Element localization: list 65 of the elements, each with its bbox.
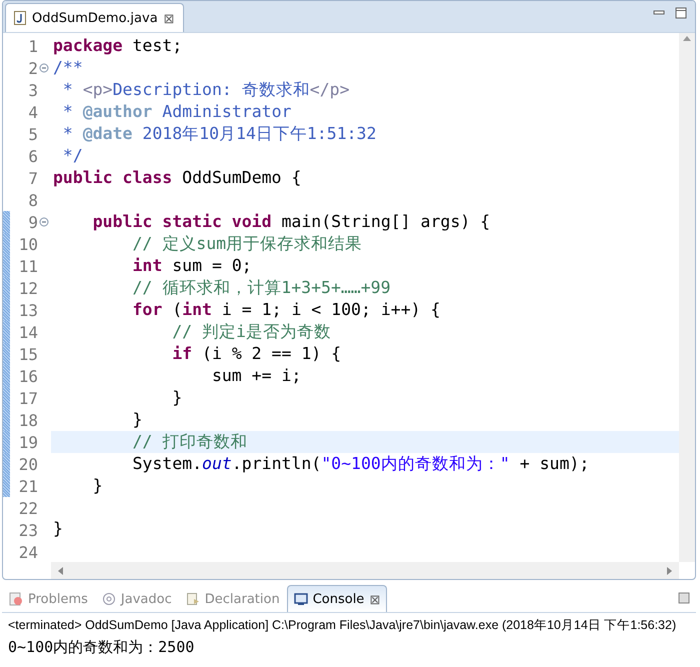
line-number: 11 xyxy=(18,256,38,276)
code-line: System.out.println("0~100内的奇数和为：" + sum); xyxy=(131,454,590,473)
code-line: if (i % 2 == 1) { xyxy=(171,344,342,363)
line-number: 1 xyxy=(27,36,38,56)
line-number: 21 xyxy=(18,476,38,496)
code-line: package test; xyxy=(53,36,182,55)
line-number: 20 xyxy=(18,454,38,474)
line-number: 14 xyxy=(18,322,38,342)
line-number: 24 xyxy=(18,542,38,562)
line-number: 23 xyxy=(18,520,38,540)
code-line: */ xyxy=(62,146,83,165)
fold-icon[interactable] xyxy=(39,217,49,227)
line-number: 22 xyxy=(18,498,38,518)
code-line: } xyxy=(171,388,182,407)
line-number: 2 xyxy=(27,58,38,78)
panel-tab[interactable]: Console ⊠ xyxy=(286,585,388,612)
code-line: /** xyxy=(53,58,83,77)
code-line: * @date 2018年10月14日下午1:51:32 xyxy=(62,124,376,143)
line-number: 13 xyxy=(18,300,38,320)
at-sign-icon xyxy=(102,592,116,606)
line-number: 12 xyxy=(18,278,38,298)
code-line: * <p>Description: 奇数求和</p> xyxy=(62,80,350,99)
line-number: 6 xyxy=(27,146,38,166)
scroll-left-icon[interactable] xyxy=(57,566,63,574)
line-number: 10 xyxy=(18,234,38,254)
close-button[interactable]: ⊠ xyxy=(164,10,175,26)
code-line: for (int i = 1; i < 100; i++) { xyxy=(131,300,440,319)
problems-icon xyxy=(9,592,23,606)
code-line: public static void main(String[] args) { xyxy=(92,212,490,231)
close-button[interactable]: ⊠ xyxy=(369,592,380,606)
line-number: 5 xyxy=(27,124,38,144)
code-line: // 判定i是否为奇数 xyxy=(171,322,331,341)
fold-icon[interactable] xyxy=(39,63,49,73)
line-number: 3 xyxy=(27,80,38,100)
line-number: 9 xyxy=(27,212,38,232)
line-number: 8 xyxy=(27,190,38,210)
code-line: * @author Administrator xyxy=(62,102,292,121)
line-number: 16 xyxy=(18,366,38,386)
maximize-icon[interactable] xyxy=(675,7,687,19)
code-line: int sum = 0; xyxy=(131,256,252,275)
line-number: 17 xyxy=(18,388,38,408)
minimize-icon[interactable] xyxy=(678,592,690,604)
code-line: // 循环求和，计算1+3+5+……+99 xyxy=(131,278,391,297)
code-line: } xyxy=(53,519,63,538)
line-number: 4 xyxy=(27,102,38,122)
code-line: public class OddSumDemo { xyxy=(53,168,302,187)
line-number: 15 xyxy=(18,344,38,364)
document-icon xyxy=(186,592,200,606)
panel-tab[interactable]: Javadoc xyxy=(94,585,179,612)
console-header: <terminated> OddSumDemo [Java Application] C:\Program Files\Java\jre7\bin\javaw.exe (2018年10月14日 下午1:56:32) xyxy=(2,612,696,636)
console-output: 0~100内的奇数和为：2500 xyxy=(7,637,196,658)
panel-tab[interactable]: Declaration xyxy=(178,585,287,612)
code-line: } xyxy=(92,476,103,495)
code-line: } xyxy=(131,410,142,429)
scroll-right-icon[interactable] xyxy=(667,566,673,574)
line-number: 7 xyxy=(27,168,38,188)
line-number: 18 xyxy=(18,410,38,430)
line-number: 19 xyxy=(18,432,38,452)
monitor-icon xyxy=(294,592,308,606)
code-line: // 定义sum用于保存求和结果 xyxy=(131,234,362,253)
java-file-icon xyxy=(14,11,26,25)
code-line: sum += i; xyxy=(210,366,302,385)
code-line: // 打印奇数和 xyxy=(131,432,248,451)
panel-tab[interactable]: Problems xyxy=(2,585,95,612)
editor-tab[interactable]: OddSumDemo.java ⊠ xyxy=(5,3,184,32)
